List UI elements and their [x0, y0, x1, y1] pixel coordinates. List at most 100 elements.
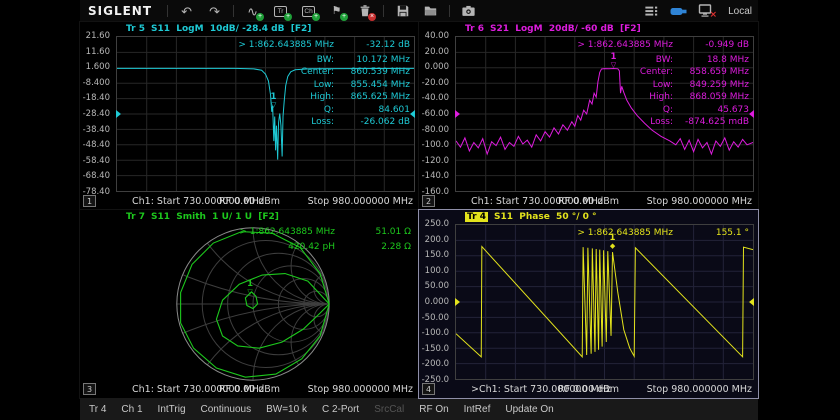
y-tick-label: 250.0	[425, 219, 449, 229]
ref-level-indicator	[749, 110, 754, 118]
marker-symbol-icon: ◆	[610, 243, 615, 250]
stat-label: 420.42 pH	[215, 241, 335, 254]
save-button[interactable]	[393, 3, 412, 20]
y-tick-label: 150.0	[425, 250, 449, 260]
y-tick-label: -20.00	[422, 78, 449, 88]
rf-power: RF 0.00 dBm	[558, 384, 619, 395]
stat-row: High:868.059 MHz	[553, 91, 749, 104]
stat-value: 858.659 MHz	[673, 66, 749, 79]
y-tick-label: -120.0	[422, 156, 449, 166]
marker-1[interactable]: 1▽	[247, 280, 253, 296]
add-trace-button[interactable]: ∿+	[243, 3, 262, 20]
status-item-srccal[interactable]: SrcCal	[374, 404, 404, 415]
stat-label: Loss:	[214, 116, 334, 129]
channel-footer: 3 Ch1: Start 730.000000 MHz RF 0.00 dBm …	[80, 381, 419, 398]
stat-row: Center:858.659 MHz	[553, 66, 749, 79]
status-item-c-2-port[interactable]: C 2-Port	[322, 404, 359, 415]
floppy-icon	[396, 4, 410, 18]
status-item-ch-1[interactable]: Ch 1	[121, 404, 142, 415]
marker-1[interactable]: 1▽	[610, 53, 616, 69]
status-item-tr-4[interactable]: Tr 4	[89, 404, 106, 415]
ref-level-indicator	[749, 298, 754, 306]
redo-button[interactable]: ↷	[205, 3, 224, 20]
stat-value: 45.673	[673, 104, 749, 117]
trace-plot-svg	[456, 225, 753, 379]
toolbar: SIGLENT ↶ ↷ ∿+ Tr+ Ch+ ⚑+ ×	[80, 0, 758, 22]
window-3-s11-smith[interactable]: Tr 7 S11 Smith 1 U/ 1 U [F2] > 1:862.643…	[80, 210, 419, 398]
window-2-s21-logm[interactable]: Tr 6 S21 LogM 20dB/ -60 dB [F2] 40.0020.…	[419, 22, 758, 210]
window-number: 4	[422, 383, 435, 395]
y-axis-labels: 40.0020.000.000-20.00-40.00-60.00-80.00-…	[419, 36, 452, 192]
camera-icon	[461, 4, 476, 18]
window-layout-button[interactable]	[642, 3, 661, 20]
lan-status[interactable]: ×	[697, 3, 715, 19]
y-tick-label: -60.00	[422, 109, 449, 119]
marker-readout: > 1:862.643885 MHz155.1 °	[553, 227, 749, 242]
usb-status[interactable]	[670, 6, 688, 17]
add-marker-button[interactable]: ⚑+	[327, 3, 346, 20]
plus-badge-icon: +	[284, 13, 292, 21]
redo-icon: ↷	[209, 5, 220, 18]
window-title: Tr 6 S21 LogM 20dB/ -60 dB [F2]	[465, 23, 641, 35]
stat-label: BW:	[214, 54, 334, 67]
status-item-inttrig[interactable]: IntTrig	[158, 404, 186, 415]
y-tick-label: -68.40	[83, 171, 110, 181]
window-4-s11-phase[interactable]: Tr 4 S11 Phase 50 °/ 0 ° 250.0200.0150.0…	[419, 210, 758, 398]
window-grid: Tr 5 S11 LogM 10dB/ -28.4 dB [F2] 21.601…	[80, 22, 758, 398]
status-item-update-on[interactable]: Update On	[505, 404, 553, 415]
window-number: 2	[422, 195, 435, 207]
status-item-continuous[interactable]: Continuous	[201, 404, 252, 415]
y-tick-label: -100.0	[422, 140, 449, 150]
window-1-s11-logm[interactable]: Tr 5 S11 LogM 10dB/ -28.4 dB [F2] 21.601…	[80, 22, 419, 210]
smith-chart-area[interactable]: > 1:862.643885 MHz51.01 Ω 420.42 pH2.28 …	[90, 224, 415, 384]
y-tick-label: -40.00	[422, 93, 449, 103]
window-number: 3	[83, 383, 96, 395]
marker-symbol-icon: ▽	[611, 62, 616, 69]
marker-symbol-icon: ▽	[271, 102, 276, 109]
y-axis-labels: 21.6011.601.600-8.400-18.40-28.40-38.40-…	[80, 36, 113, 192]
screenshot-button[interactable]	[459, 3, 478, 20]
stat-value: 849.259 MHz	[673, 79, 749, 92]
plot-area[interactable]: > 1:862.643885 MHz-0.949 dB BW:18.8 MHzC…	[455, 36, 754, 192]
status-item-rf-on[interactable]: RF On	[419, 404, 448, 415]
add-channel-button[interactable]: Ch+	[299, 3, 318, 20]
y-tick-label: 1.600	[86, 62, 110, 72]
rf-power: RF 0.00 dBm	[219, 196, 280, 207]
stat-value: -874.625 mdB	[673, 116, 749, 129]
y-tick-label: -8.400	[83, 78, 110, 88]
marker-1[interactable]: 1▽	[271, 93, 277, 109]
vna-screen: SIGLENT ↶ ↷ ∿+ Tr+ Ch+ ⚑+ ×	[80, 0, 758, 420]
trace-selector[interactable]: Tr 7	[126, 212, 145, 222]
local-remote-button[interactable]: Local	[728, 6, 752, 17]
plot-area[interactable]: > 1:862.643885 MHz-32.12 dB BW:10.172 MH…	[116, 36, 415, 192]
plot-area[interactable]: > 1:862.643885 MHz155.1 ° 1◆	[455, 224, 754, 380]
marker-value: -0.949 dB	[673, 39, 749, 52]
ref-level-indicator	[410, 110, 415, 118]
marker-1[interactable]: 1◆	[610, 234, 616, 250]
toolbar-separator	[383, 5, 384, 17]
window-number: 1	[83, 195, 96, 207]
stat-row: Center:860.539 MHz	[214, 66, 410, 79]
plus-badge-icon: +	[256, 13, 264, 21]
trace-selector-active[interactable]: Tr 4	[465, 212, 488, 222]
undo-button[interactable]: ↶	[177, 3, 196, 20]
stat-value: 84.601	[334, 104, 410, 117]
y-tick-label: 11.60	[86, 47, 110, 57]
status-item-intref[interactable]: IntRef	[464, 404, 491, 415]
stat-row: High:865.625 MHz	[214, 91, 410, 104]
plus-badge-icon: +	[312, 13, 320, 21]
add-trace-window-button[interactable]: Tr+	[271, 3, 290, 20]
trace-selector[interactable]: Tr 5	[126, 24, 145, 34]
toolbar-separator	[233, 5, 234, 17]
y-tick-label: 40.00	[425, 31, 449, 41]
y-tick-label: -38.40	[83, 125, 110, 135]
status-item-bw-10-k[interactable]: BW=10 k	[266, 404, 307, 415]
marker-readout: > 1:862.643885 MHz-32.12 dB BW:10.172 MH…	[214, 39, 410, 129]
trace-selector[interactable]: Tr 6	[465, 24, 484, 34]
toolbar-separator	[449, 5, 450, 17]
open-button[interactable]	[421, 3, 440, 20]
y-tick-label: -200.0	[422, 359, 449, 369]
delete-button[interactable]: ×	[355, 3, 374, 20]
window-title: Tr 4 S11 Phase 50 °/ 0 °	[465, 211, 597, 223]
y-tick-label: 50.00	[425, 281, 449, 291]
